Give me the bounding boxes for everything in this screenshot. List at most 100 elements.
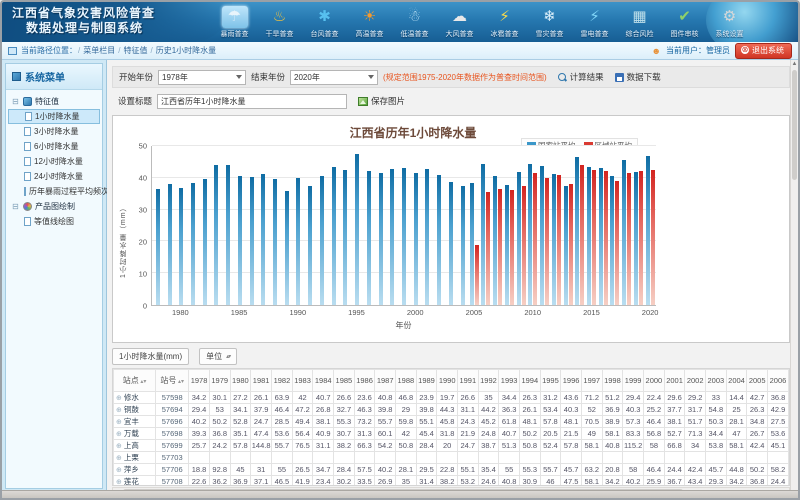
bar-national-2006[interactable] bbox=[481, 164, 485, 306]
bar-national-2012[interactable] bbox=[552, 174, 556, 305]
bar-national-1994[interactable] bbox=[343, 170, 347, 305]
toolbar-item-干旱普查[interactable]: ♨干旱普查 bbox=[257, 4, 302, 42]
toolbar-item-雪灾普查[interactable]: ❄雪灾普查 bbox=[527, 4, 572, 42]
expander-icon[interactable]: ⊟ bbox=[12, 202, 20, 211]
tree-item-12小时降水量[interactable]: 12小时降水量 bbox=[8, 154, 100, 169]
bar-regional-2006[interactable] bbox=[486, 192, 490, 305]
tree-item-3小时降水量[interactable]: 3小时降水量 bbox=[8, 124, 100, 139]
bar-national-2010[interactable] bbox=[528, 164, 532, 305]
bar-national-1987[interactable] bbox=[261, 174, 265, 305]
bar-national-2002[interactable] bbox=[437, 175, 441, 305]
sort-unit-chip[interactable]: 单位 ▴▾ bbox=[199, 348, 237, 365]
vertical-scroll-thumb[interactable] bbox=[792, 70, 797, 180]
bar-national-1997[interactable] bbox=[379, 173, 383, 305]
toolbar-item-综合风险[interactable]: ▦综合风险 bbox=[617, 4, 662, 42]
bar-national-1995[interactable] bbox=[355, 154, 359, 305]
bar-regional-2018[interactable] bbox=[627, 173, 631, 305]
bar-national-2000[interactable] bbox=[414, 173, 418, 305]
bar-national-2008[interactable] bbox=[505, 185, 509, 305]
bar-regional-2010[interactable] bbox=[533, 173, 537, 305]
data-download-button[interactable]: 数据下载 bbox=[615, 71, 661, 83]
tree-node-特征值[interactable]: ⊟特征值 bbox=[8, 94, 100, 109]
bar-national-1982[interactable] bbox=[203, 179, 207, 305]
row-expand-icon[interactable]: ⊕ bbox=[116, 431, 122, 438]
tree-item-历年暴雨过程平均频次[interactable]: 历年暴雨过程平均频次 bbox=[8, 184, 100, 199]
bar-national-1991[interactable] bbox=[308, 186, 312, 305]
toolbar-item-图件审核[interactable]: ✔图件审核 bbox=[662, 4, 707, 42]
bar-national-2007[interactable] bbox=[493, 176, 497, 305]
bar-national-1993[interactable] bbox=[332, 167, 336, 305]
bar-national-1986[interactable] bbox=[250, 177, 254, 305]
bar-national-1981[interactable] bbox=[191, 183, 195, 305]
bar-national-2019[interactable] bbox=[634, 172, 638, 305]
tree-item-1小时降水量[interactable]: 1小时降水量 bbox=[8, 109, 100, 124]
breadcrumb-segment[interactable]: 菜单栏目 bbox=[83, 46, 115, 55]
toolbar-item-低温普查[interactable]: ☃低温普查 bbox=[392, 4, 437, 42]
bar-national-1996[interactable] bbox=[367, 171, 371, 305]
row-expand-icon[interactable]: ⊕ bbox=[116, 395, 122, 402]
bar-national-2017[interactable] bbox=[610, 176, 614, 305]
bar-regional-2008[interactable] bbox=[510, 190, 514, 305]
bar-national-1998[interactable] bbox=[390, 169, 394, 305]
bar-regional-2013[interactable] bbox=[569, 184, 573, 305]
breadcrumb-segment[interactable]: 特征值 bbox=[123, 46, 147, 55]
bar-regional-2020[interactable] bbox=[651, 170, 655, 305]
calc-result-button[interactable]: 计算结果 bbox=[558, 71, 604, 83]
toolbar-item-高温普查[interactable]: ☀高温普查 bbox=[347, 4, 392, 42]
bar-national-2004[interactable] bbox=[461, 186, 465, 305]
row-expand-icon[interactable]: ⊕ bbox=[116, 455, 122, 462]
bar-regional-2009[interactable] bbox=[522, 186, 526, 305]
bar-regional-2011[interactable] bbox=[545, 178, 549, 305]
bar-regional-2015[interactable] bbox=[592, 170, 596, 305]
row-expand-icon[interactable]: ⊕ bbox=[116, 443, 122, 450]
chart-title-input[interactable] bbox=[157, 94, 347, 109]
bar-regional-2016[interactable] bbox=[604, 171, 608, 306]
scroll-up-icon[interactable]: ▲ bbox=[791, 60, 798, 69]
bar-national-2001[interactable] bbox=[425, 169, 429, 305]
breadcrumb-segment[interactable]: 历史1小时降水量 bbox=[156, 46, 216, 55]
bar-national-2018[interactable] bbox=[622, 160, 626, 305]
row-expand-icon[interactable]: ⊕ bbox=[116, 419, 122, 426]
bar-national-2016[interactable] bbox=[599, 168, 603, 305]
bar-national-1980[interactable] bbox=[179, 188, 183, 305]
logout-button[interactable]: ⊗ 退出系统 bbox=[735, 43, 792, 59]
tree-node-产品图绘制[interactable]: ⊟产品图绘制 bbox=[8, 199, 100, 214]
bar-national-1983[interactable] bbox=[214, 165, 218, 305]
tree-item-24小时降水量[interactable]: 24小时降水量 bbox=[8, 169, 100, 184]
bar-national-1988[interactable] bbox=[273, 179, 277, 305]
bar-national-1999[interactable] bbox=[402, 168, 406, 305]
bar-regional-2019[interactable] bbox=[639, 171, 643, 305]
column-header-id[interactable]: 站号 ▴▾ bbox=[156, 370, 189, 392]
bar-national-2011[interactable] bbox=[540, 166, 544, 305]
toolbar-item-台风普查[interactable]: ✱台风普查 bbox=[302, 4, 347, 42]
toolbar-item-暴雨普查[interactable]: ☂暴雨普查 bbox=[212, 4, 257, 42]
tree-item-6小时降水量[interactable]: 6小时降水量 bbox=[8, 139, 100, 154]
bar-national-2005[interactable] bbox=[470, 183, 474, 305]
toolbar-item-大风普查[interactable]: ☁大风普查 bbox=[437, 4, 482, 42]
end-year-select[interactable]: 2020年 bbox=[290, 70, 378, 85]
bar-national-1979[interactable] bbox=[168, 184, 172, 305]
bar-national-1984[interactable] bbox=[226, 165, 230, 305]
row-expand-icon[interactable]: ⊕ bbox=[116, 467, 122, 474]
column-header-station[interactable]: 站点 ▴▾ bbox=[114, 370, 156, 392]
row-expand-icon[interactable]: ⊕ bbox=[116, 479, 122, 486]
start-year-select[interactable]: 1978年 bbox=[158, 70, 246, 85]
bar-national-2015[interactable] bbox=[587, 167, 591, 305]
bar-national-1985[interactable] bbox=[238, 176, 242, 305]
tree-item-等值线绘图[interactable]: 等值线绘图 bbox=[8, 214, 100, 229]
bar-national-1990[interactable] bbox=[296, 178, 300, 305]
bar-regional-2014[interactable] bbox=[580, 165, 584, 305]
bar-national-2013[interactable] bbox=[564, 186, 568, 305]
bar-regional-2005[interactable] bbox=[475, 245, 479, 305]
vertical-scrollbar[interactable]: ▲ bbox=[790, 60, 798, 492]
bar-national-1978[interactable] bbox=[156, 189, 160, 305]
bar-regional-2017[interactable] bbox=[615, 181, 619, 305]
toolbar-item-系统设置[interactable]: ⚙系统设置 bbox=[707, 4, 752, 42]
toolbar-item-冰雹普查[interactable]: ⚡冰雹普查 bbox=[482, 4, 527, 42]
bar-regional-2012[interactable] bbox=[557, 175, 561, 305]
bar-national-2003[interactable] bbox=[449, 182, 453, 305]
bar-national-1992[interactable] bbox=[320, 176, 324, 305]
bar-national-2014[interactable] bbox=[575, 157, 579, 305]
bar-national-2020[interactable] bbox=[646, 156, 650, 305]
bar-national-2009[interactable] bbox=[517, 172, 521, 305]
